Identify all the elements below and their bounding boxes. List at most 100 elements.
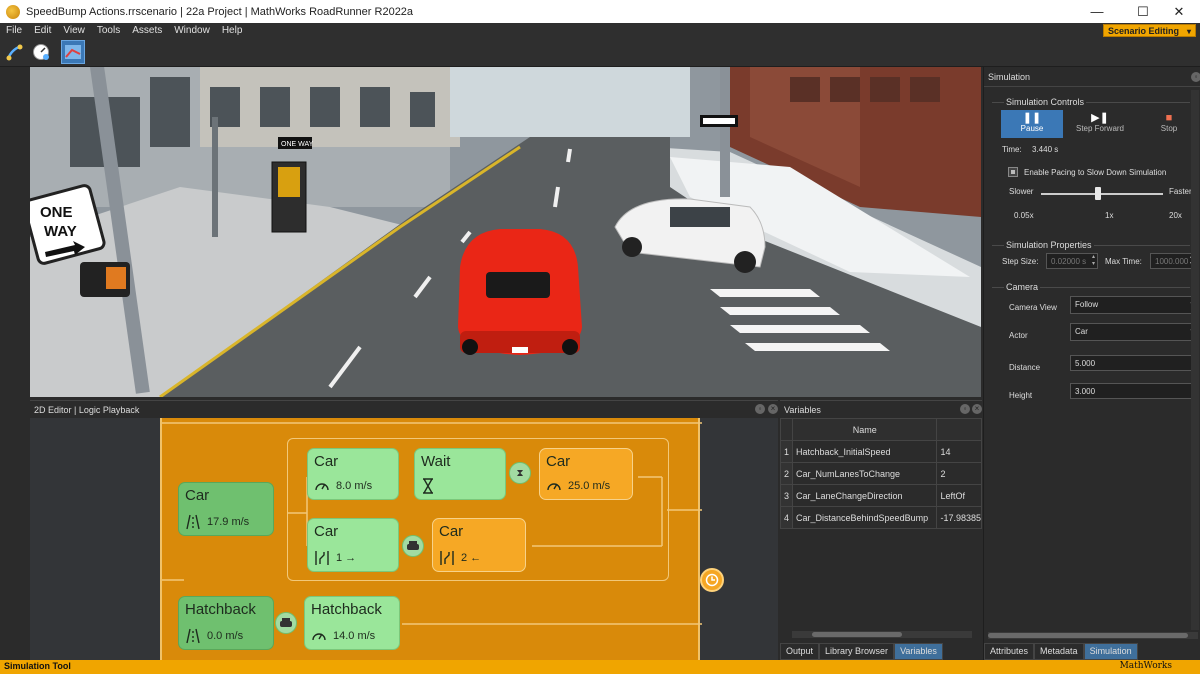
menu-help[interactable]: Help [216, 25, 249, 36]
tab-variables[interactable]: Variables [894, 643, 943, 660]
variable-value[interactable]: 2 [936, 462, 982, 485]
scene-viewport[interactable]: ONE WAY ONE WAY [30, 67, 981, 397]
tab-attributes[interactable]: Attributes [984, 643, 1035, 660]
car-lane-change-node-2[interactable]: Car 2 ← [432, 518, 526, 572]
car-initial-speed-node[interactable]: Car 17.9 m/s [178, 482, 274, 536]
road-segment-icon [186, 628, 200, 644]
tab-metadata[interactable]: Metadata [1034, 643, 1084, 660]
step-size-input[interactable]: 0.02000 s ▴ ▾ [1046, 253, 1098, 269]
scrollbar-thumb[interactable] [812, 632, 902, 637]
enable-pacing-checkbox[interactable] [1008, 167, 1018, 177]
node-value: 1 → [336, 552, 357, 564]
scenario-tool-button[interactable] [61, 40, 85, 64]
actor-condition-icon[interactable] [402, 535, 424, 557]
table-row[interactable]: 2 Car_NumLanesToChange 2 [780, 462, 982, 485]
menu-view[interactable]: View [57, 25, 91, 36]
menu-tools[interactable]: Tools [91, 25, 126, 36]
pacing-slider-track[interactable] [1041, 193, 1163, 195]
actor-select[interactable]: Car ▾ [1070, 323, 1198, 341]
simulation-controls-title: Simulation Controls [1004, 97, 1087, 107]
variables-table-pane: Name 1 Hatchback_InitialSpeed 14 2 Car_N… [780, 418, 982, 642]
height-value: 3.000 [1075, 387, 1096, 396]
simulation-vertical-scrollbar[interactable] [1191, 90, 1199, 630]
table-row[interactable]: 1 Hatchback_InitialSpeed 14 [780, 440, 982, 463]
menu-file[interactable]: File [0, 25, 28, 36]
node-value: 25.0 m/s [568, 480, 611, 492]
undock-icon[interactable]: ◦ [960, 404, 970, 414]
node-value: 8.0 m/s [336, 480, 373, 492]
one-way-sign-line1: ONE [40, 204, 73, 221]
window-title: SpeedBump Actions.rrscenario | 22a Proje… [26, 5, 414, 18]
step-forward-button[interactable]: ▶❚ Step Forward [1069, 110, 1131, 138]
variable-value[interactable]: -17.98385 [936, 506, 982, 529]
car-condition-icon [407, 541, 419, 550]
table-row[interactable]: 3 Car_LaneChangeDirection LeftOf [780, 484, 982, 507]
close-pane-icon[interactable]: × [972, 404, 982, 414]
variable-value[interactable]: 14 [936, 440, 982, 463]
one-way-sign-line2: WAY [44, 223, 77, 240]
end-phase-clock-icon[interactable] [700, 568, 724, 592]
pause-icon: ❚❚ [1022, 112, 1042, 124]
variable-name[interactable]: Car_NumLanesToChange [791, 462, 938, 485]
scrollbar-thumb[interactable] [988, 633, 1188, 638]
node-label: Hatchback [185, 601, 256, 618]
wait-condition-icon[interactable]: ⧗ [509, 462, 531, 484]
menu-edit[interactable]: Edit [28, 25, 57, 36]
toolbar [0, 38, 1200, 67]
node-label: Car [314, 523, 339, 540]
hatchback-speed-action-node[interactable]: Hatchback 14.0 m/s [304, 596, 400, 650]
undock-icon[interactable]: ◦ [755, 404, 765, 414]
hatchback-initial-speed-node[interactable]: Hatchback 0.0 m/s [178, 596, 274, 650]
camera-view-select[interactable]: Follow ▾ [1070, 296, 1198, 314]
wait-action-node[interactable]: Wait [414, 448, 506, 500]
simulation-horizontal-scrollbar[interactable] [988, 632, 1198, 639]
car-speed-action-node[interactable]: Car 8.0 m/s [307, 448, 399, 500]
hatchback-condition-icon[interactable] [275, 612, 297, 634]
node-value: 0.0 m/s [207, 630, 244, 642]
editor-pane-header: 2D Editor | Logic Playback ◦ × [30, 400, 778, 418]
tab-simulation[interactable]: Simulation [1083, 643, 1138, 660]
table-row[interactable]: 4 Car_DistanceBehindSpeedBump -17.98385 [780, 506, 982, 529]
close-button[interactable]: ✕ [1156, 0, 1200, 23]
minimize-button[interactable]: — [1074, 0, 1120, 23]
variables-table: Name 1 Hatchback_InitialSpeed 14 2 Car_N… [780, 418, 982, 529]
node-label: Wait [421, 453, 451, 470]
variable-name[interactable]: Car_LaneChangeDirection [791, 484, 938, 507]
variables-pane-title: Variables [784, 405, 821, 415]
variable-value[interactable]: LeftOf [936, 484, 982, 507]
car-speed-action-node-2[interactable]: Car 25.0 m/s [539, 448, 633, 500]
logic-editor[interactable]: Car 17.9 m/s Car 8.0 m/s Wait ⧗ Car 25.0… [30, 418, 778, 660]
path-tool-button[interactable] [3, 40, 27, 64]
name-column-header[interactable]: Name [791, 418, 938, 441]
distance-input[interactable]: 5.000 ▴▾ [1070, 355, 1198, 371]
clock-icon [705, 573, 719, 587]
distance-label: Distance [1009, 363, 1041, 372]
undock-icon[interactable]: ◦ [1191, 72, 1200, 82]
menu-bar: File Edit View Tools Assets Window Help [0, 23, 1200, 38]
max-time-input[interactable]: 1000.000 ▴▾ [1150, 253, 1196, 269]
speedometer-tool-button[interactable] [29, 40, 53, 64]
pacing-slider-thumb[interactable] [1095, 187, 1102, 200]
stop-label: Stop [1160, 124, 1178, 133]
variable-name[interactable]: Car_DistanceBehindSpeedBump [791, 506, 938, 529]
tab-library-browser[interactable]: Library Browser [819, 643, 895, 660]
close-pane-icon[interactable]: × [768, 404, 778, 414]
node-value: 17.9 m/s [207, 516, 250, 528]
editor-pane-title: 2D Editor | Logic Playback [34, 404, 140, 415]
value-column-header[interactable] [936, 418, 982, 441]
pause-button[interactable]: ❚❚ Pause [1001, 110, 1063, 138]
speedometer-icon [315, 483, 329, 491]
car-lane-change-node[interactable]: Car 1 → [307, 518, 399, 572]
step-forward-icon: ▶❚ [1091, 112, 1109, 124]
spinner-icon[interactable]: ▴▾ [1090, 254, 1097, 268]
mode-selector[interactable]: Scenario Editing ▾ [1102, 24, 1196, 37]
menu-assets[interactable]: Assets [126, 25, 168, 36]
node-value: 14.0 m/s [333, 630, 376, 642]
speedometer-icon [312, 633, 326, 641]
menu-window[interactable]: Window [168, 25, 216, 36]
variables-horizontal-scrollbar[interactable] [792, 631, 972, 638]
tab-output[interactable]: Output [780, 643, 820, 660]
lane-change-icon [440, 551, 454, 565]
height-input[interactable]: 3.000 ▴▾ [1070, 383, 1198, 399]
variable-name[interactable]: Hatchback_InitialSpeed [791, 440, 938, 463]
